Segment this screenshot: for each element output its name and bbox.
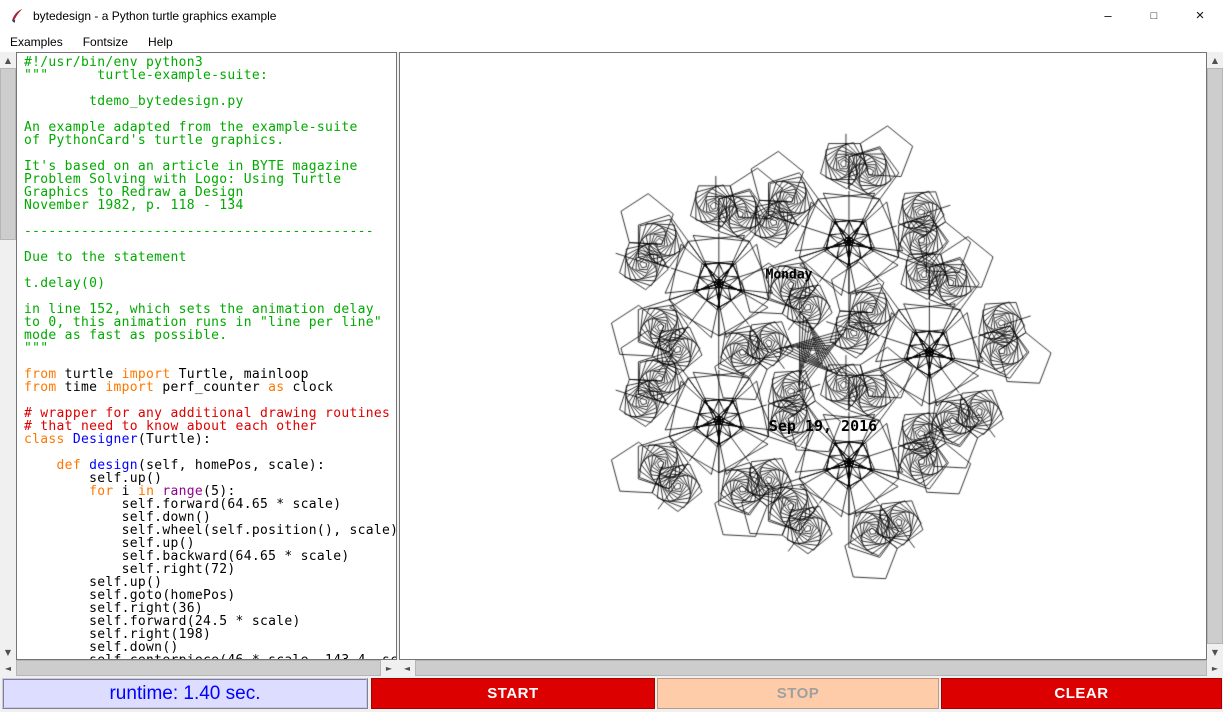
code-hscroll-thumb[interactable]	[16, 660, 381, 676]
titlebar: bytedesign - a Python turtle graphics ex…	[0, 0, 1223, 31]
window-controls: – □ ×	[1085, 0, 1223, 31]
minimize-button[interactable]: –	[1085, 0, 1131, 31]
canvas-date-label: Sep 19, 2016	[769, 417, 877, 435]
scroll-down-icon[interactable]: ▼	[1207, 644, 1223, 660]
maximize-button[interactable]: □	[1131, 0, 1177, 31]
window-title: bytedesign - a Python turtle graphics ex…	[33, 9, 276, 23]
scroll-down-icon[interactable]: ▼	[0, 644, 16, 660]
code-vscroll-thumb[interactable]	[0, 68, 16, 240]
code-vscroll-track[interactable]	[0, 68, 16, 644]
code-vscrollbar[interactable]: ▲ ▼	[0, 52, 16, 660]
canvas-vscroll-track[interactable]	[1207, 68, 1223, 644]
code-hscrollbar[interactable]: ◄ ►	[0, 660, 397, 676]
scroll-left-icon[interactable]: ◄	[399, 660, 415, 676]
code-editor[interactable]: #!/usr/bin/env python3""" turtle-example…	[16, 52, 397, 660]
canvas-hscroll-track[interactable]	[415, 660, 1207, 676]
app: { "window": { "title": "bytedesign - a P…	[0, 0, 1223, 712]
stop-button[interactable]: STOP	[657, 678, 939, 709]
menubar: Examples Fontsize Help	[0, 31, 1223, 52]
code-hscroll-track[interactable]	[16, 660, 381, 676]
runtime-label: runtime: 1.40 sec.	[2, 678, 368, 709]
statusbar: runtime: 1.40 sec. START STOP CLEAR	[0, 676, 1223, 712]
app-icon[interactable]	[9, 8, 25, 24]
start-button[interactable]: START	[371, 678, 655, 709]
turtle-canvas	[400, 53, 1206, 659]
turtle-canvas-pane: Monday Sep 19, 2016	[399, 52, 1207, 660]
canvas-vscroll-thumb[interactable]	[1207, 68, 1223, 644]
code-text: #!/usr/bin/env python3""" turtle-example…	[24, 56, 397, 660]
scroll-right-icon[interactable]: ►	[1207, 660, 1223, 676]
menu-examples[interactable]: Examples	[0, 31, 73, 52]
tk-feather-icon	[9, 8, 25, 24]
scroll-up-icon[interactable]: ▲	[0, 52, 16, 68]
canvas-vscrollbar[interactable]: ▲ ▼	[1207, 52, 1223, 660]
scroll-right-icon[interactable]: ►	[381, 660, 397, 676]
menu-fontsize[interactable]: Fontsize	[73, 31, 138, 52]
clear-button[interactable]: CLEAR	[941, 678, 1222, 709]
scroll-left-icon[interactable]: ◄	[0, 660, 16, 676]
canvas-weekday-label: Monday	[766, 268, 813, 283]
scroll-up-icon[interactable]: ▲	[1207, 52, 1223, 68]
canvas-hscroll-thumb[interactable]	[415, 660, 1207, 676]
canvas-hscrollbar[interactable]: ◄ ►	[399, 660, 1223, 676]
menu-help[interactable]: Help	[138, 31, 183, 52]
close-button[interactable]: ×	[1177, 0, 1223, 31]
